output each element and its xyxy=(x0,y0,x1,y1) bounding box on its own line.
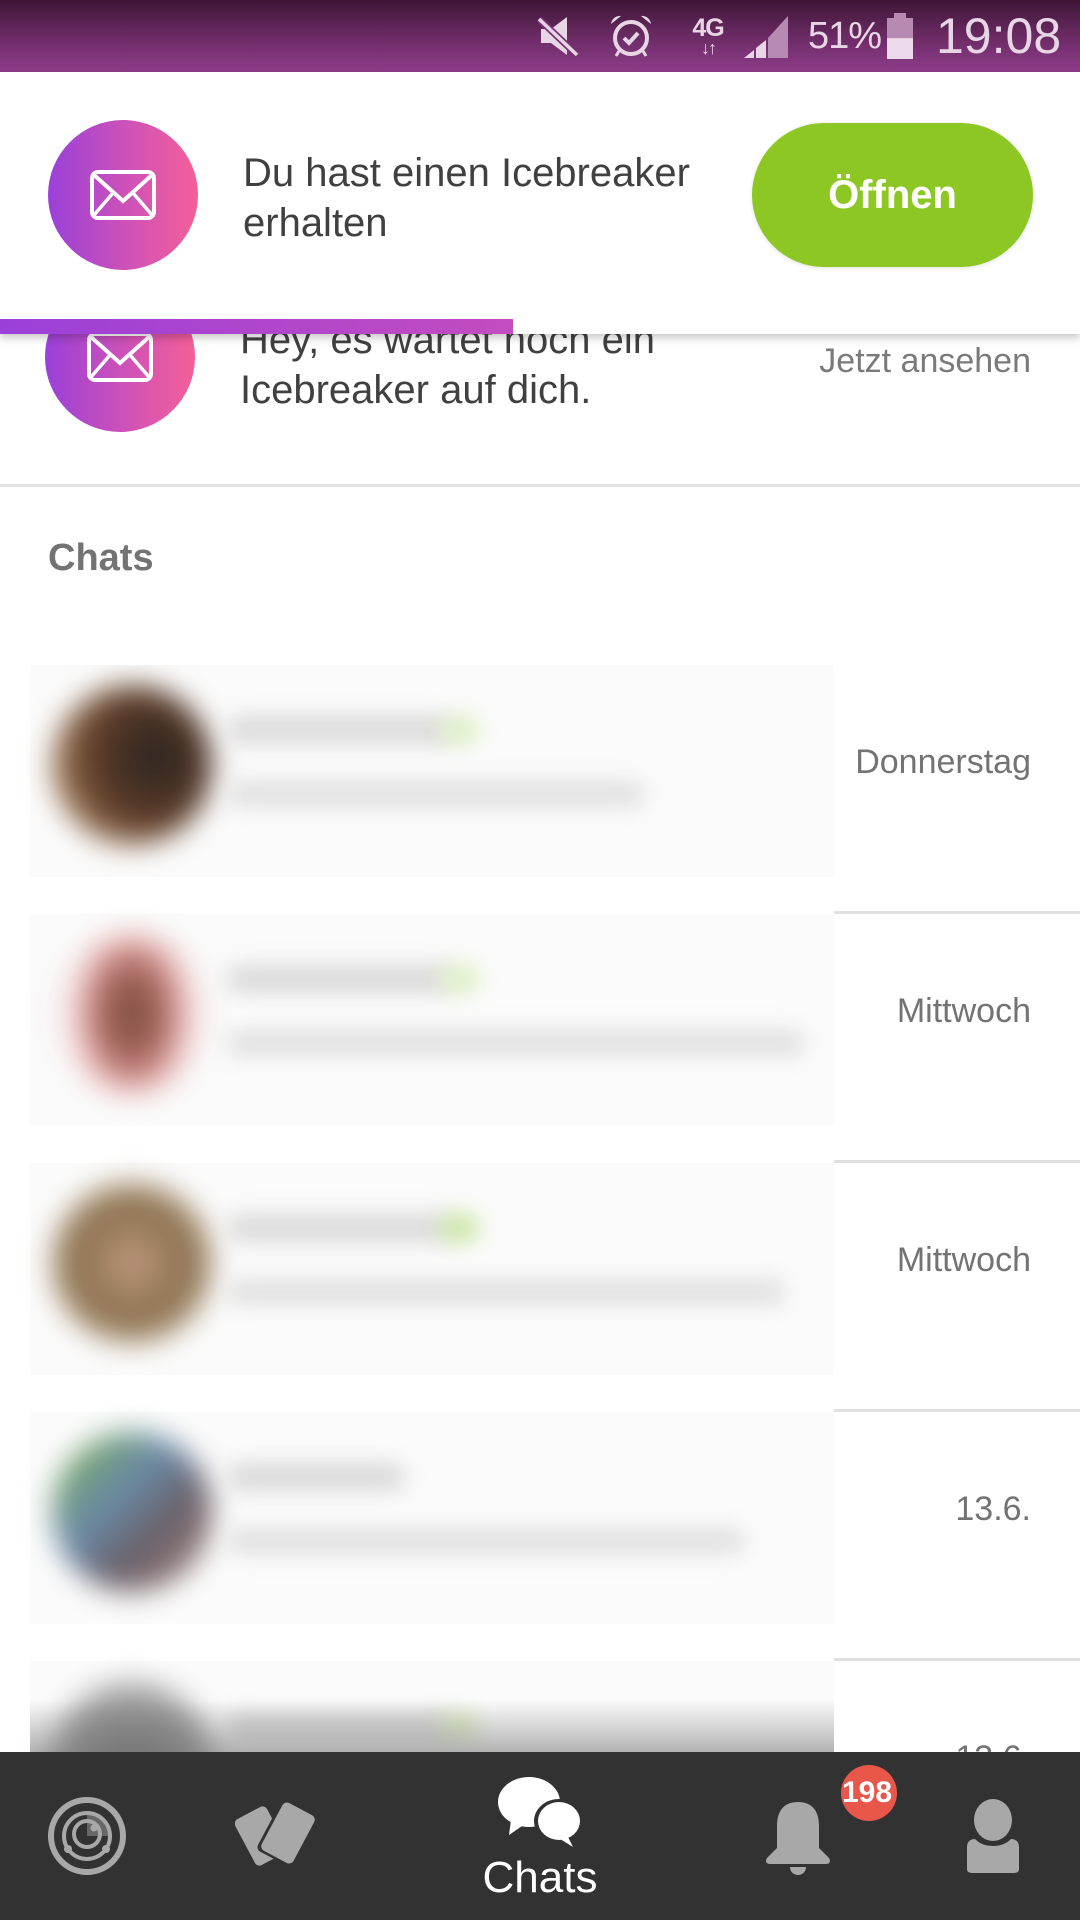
bottom-navigation: Chats 198 xyxy=(0,1752,1080,1920)
avatar xyxy=(52,934,212,1094)
chat-preview-blurred xyxy=(30,914,834,1126)
network-activity-arrows: ↓↑ xyxy=(701,38,717,58)
chat-date: Donnerstag xyxy=(855,743,1031,781)
alarm-icon xyxy=(607,0,657,72)
nav-tab-cards[interactable] xyxy=(230,1752,330,1920)
nav-tab-notifications[interactable] xyxy=(748,1752,848,1920)
status-bar: 4G ↓↑ 51% 19:08 xyxy=(0,0,1080,72)
mute-icon xyxy=(535,0,583,72)
banner-icon xyxy=(48,120,198,270)
chat-list[interactable]: Donnerstag Mittwoch Mittwoch 13.6. xyxy=(0,665,1080,1752)
chat-message-blurred xyxy=(226,1527,746,1555)
bell-icon xyxy=(766,1802,830,1875)
battery-icon xyxy=(885,0,917,72)
notification-count-badge: 198 xyxy=(841,1765,897,1821)
signal-icon xyxy=(742,0,792,72)
chat-message-blurred xyxy=(226,780,646,808)
view-now-link[interactable]: Jetzt ansehen xyxy=(819,342,1031,381)
chats-section-title: Chats xyxy=(48,537,154,579)
online-indicator-blurred xyxy=(440,964,480,994)
nav-tab-profile[interactable] xyxy=(943,1752,1043,1920)
banner-timer-progress xyxy=(0,319,1080,334)
chat-date: Mittwoch xyxy=(896,1241,1031,1279)
chat-name-blurred xyxy=(226,715,456,745)
nav-tab-chats-label: Chats xyxy=(482,1853,598,1902)
cards-icon xyxy=(235,1799,317,1867)
list-scroll-fade xyxy=(30,1700,834,1752)
nav-tab-radar[interactable] xyxy=(37,1752,137,1920)
chat-name-blurred xyxy=(226,1213,456,1243)
avatar xyxy=(52,685,212,845)
chat-preview-blurred xyxy=(30,1163,834,1375)
chat-date: Mittwoch xyxy=(896,992,1031,1030)
icebreaker-notification-banner[interactable]: Du hast einen Icebreaker erhalten Öffnen xyxy=(0,72,1080,334)
avatar xyxy=(52,1183,212,1343)
network-4g-icon: 4G ↓↑ xyxy=(686,0,730,72)
chat-date: 13.6. xyxy=(955,1490,1031,1528)
network-label: 4G xyxy=(692,14,724,42)
online-indicator-blurred xyxy=(440,1213,480,1243)
clock: 19:08 xyxy=(936,8,1062,64)
chat-name-blurred xyxy=(226,964,456,994)
envelope-icon xyxy=(90,170,156,220)
profile-icon xyxy=(967,1799,1019,1873)
banner-timer-progress-fill xyxy=(0,319,513,334)
banner-message: Du hast einen Icebreaker erhalten xyxy=(243,151,690,245)
chat-list-item[interactable]: Mittwoch xyxy=(0,1163,1080,1412)
chat-name-blurred xyxy=(226,1462,406,1492)
chat-date: 13.6. xyxy=(955,1739,1031,1752)
online-indicator-blurred xyxy=(440,715,480,745)
nav-tab-chats[interactable]: Chats xyxy=(470,1752,610,1920)
chat-preview-blurred xyxy=(30,1412,834,1624)
battery-percent: 51% xyxy=(808,14,882,57)
chat-bubbles-icon xyxy=(498,1777,583,1847)
chat-list-item[interactable]: Mittwoch xyxy=(0,914,1080,1163)
section-divider xyxy=(0,484,1080,487)
chat-message-blurred xyxy=(226,1278,786,1306)
chat-list-item[interactable]: 13.6. xyxy=(0,1412,1080,1661)
radar-icon xyxy=(48,1797,126,1875)
chat-list-item[interactable]: Donnerstag xyxy=(0,665,1080,914)
chat-message-blurred xyxy=(226,1029,806,1057)
envelope-icon xyxy=(87,332,153,382)
chat-preview-blurred xyxy=(30,665,834,877)
avatar xyxy=(52,1432,212,1592)
open-icebreaker-button[interactable]: Öffnen xyxy=(752,123,1033,267)
